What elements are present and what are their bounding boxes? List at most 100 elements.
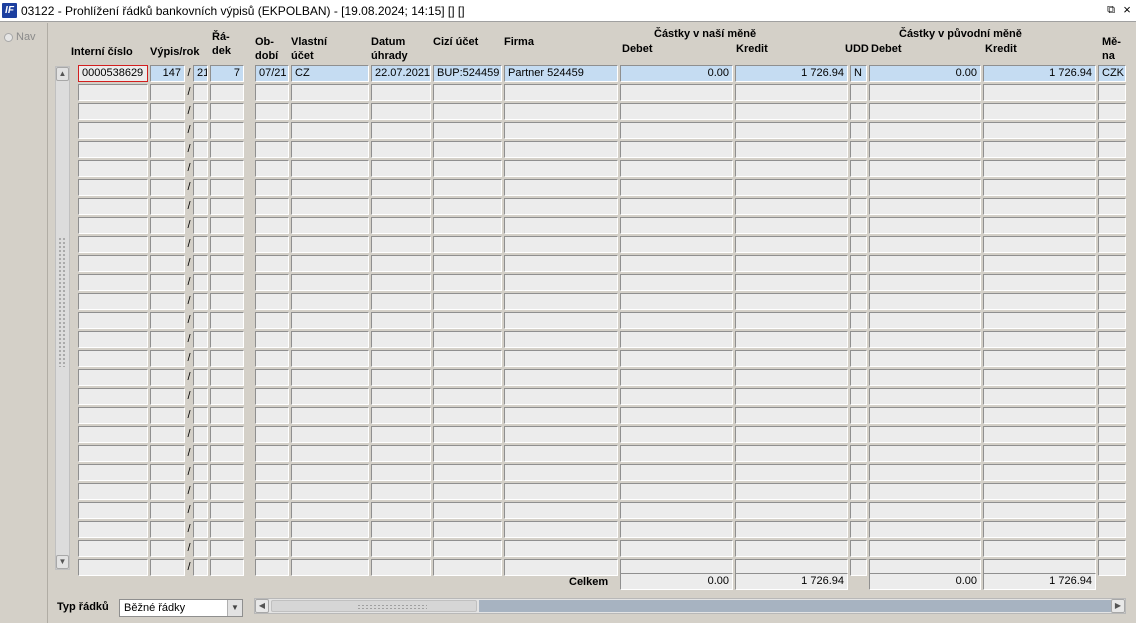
cell-rok[interactable] — [193, 217, 208, 234]
cell-debet[interactable] — [620, 236, 733, 253]
cell-vypis[interactable] — [150, 103, 185, 120]
cell-radek[interactable] — [210, 445, 244, 462]
cell-udd[interactable] — [850, 160, 867, 177]
cell-rok[interactable] — [193, 122, 208, 139]
cell-interni-cislo[interactable] — [78, 122, 148, 139]
cell-mena[interactable] — [1098, 274, 1126, 291]
cell-obdobi[interactable] — [255, 84, 289, 101]
scroll-right-icon[interactable]: ▶ — [1111, 599, 1125, 613]
cell-debet[interactable] — [620, 255, 733, 272]
cell-udd[interactable] — [850, 388, 867, 405]
cell-vypis[interactable] — [150, 84, 185, 101]
cell-kredit-puvodni[interactable] — [983, 369, 1096, 386]
cell-mena[interactable] — [1098, 84, 1126, 101]
cell-mena[interactable] — [1098, 464, 1126, 481]
cell-vlastni-ucet[interactable] — [291, 141, 369, 158]
cell-kredit-puvodni[interactable] — [983, 350, 1096, 367]
cell-radek[interactable] — [210, 293, 244, 310]
cell-radek[interactable]: 7 — [210, 65, 244, 82]
horizontal-scrollbar[interactable]: ◀ ▶ — [254, 598, 1126, 614]
cell-debet[interactable] — [620, 217, 733, 234]
cell-datum-uhrady[interactable] — [371, 331, 431, 348]
cell-udd[interactable] — [850, 141, 867, 158]
cell-rok[interactable] — [193, 445, 208, 462]
cell-mena[interactable]: CZK — [1098, 65, 1126, 82]
cell-mena[interactable] — [1098, 540, 1126, 557]
cell-kredit-puvodni[interactable] — [983, 426, 1096, 443]
cell-radek[interactable] — [210, 559, 244, 576]
cell-vypis[interactable] — [150, 179, 185, 196]
cell-interni-cislo[interactable] — [78, 369, 148, 386]
cell-kredit-puvodni[interactable]: 1 726.94 — [983, 65, 1096, 82]
cell-radek[interactable] — [210, 312, 244, 329]
cell-cizi-ucet[interactable] — [433, 331, 502, 348]
cell-radek[interactable] — [210, 502, 244, 519]
cell-debet-puvodni[interactable]: 0.00 — [869, 65, 981, 82]
cell-kredit-puvodni[interactable] — [983, 502, 1096, 519]
close-window-icon[interactable]: × — [1121, 3, 1133, 17]
cell-vlastni-ucet[interactable] — [291, 236, 369, 253]
cell-vlastni-ucet[interactable] — [291, 559, 369, 576]
cell-interni-cislo[interactable] — [78, 445, 148, 462]
cell-obdobi[interactable] — [255, 350, 289, 367]
cell-cizi-ucet[interactable] — [433, 160, 502, 177]
cell-kredit-puvodni[interactable] — [983, 274, 1096, 291]
cell-kredit-puvodni[interactable] — [983, 160, 1096, 177]
cell-kredit-puvodni[interactable] — [983, 103, 1096, 120]
cell-kredit[interactable] — [735, 274, 848, 291]
cell-udd[interactable] — [850, 255, 867, 272]
cell-debet-puvodni[interactable] — [869, 369, 981, 386]
cell-kredit[interactable] — [735, 540, 848, 557]
cell-firma[interactable] — [504, 407, 618, 424]
cell-rok[interactable] — [193, 160, 208, 177]
cell-interni-cislo[interactable] — [78, 426, 148, 443]
table-row[interactable]: / — [49, 293, 1129, 310]
cell-kredit-puvodni[interactable] — [983, 236, 1096, 253]
cell-obdobi[interactable] — [255, 198, 289, 215]
cell-firma[interactable] — [504, 464, 618, 481]
cell-vypis[interactable] — [150, 369, 185, 386]
cell-radek[interactable] — [210, 540, 244, 557]
cell-vlastni-ucet[interactable] — [291, 312, 369, 329]
cell-vypis[interactable] — [150, 540, 185, 557]
cell-obdobi[interactable] — [255, 103, 289, 120]
cell-vypis[interactable] — [150, 464, 185, 481]
cell-obdobi[interactable] — [255, 502, 289, 519]
cell-debet-puvodni[interactable] — [869, 179, 981, 196]
cell-vlastni-ucet[interactable]: CZ — [291, 65, 369, 82]
cell-kredit[interactable] — [735, 122, 848, 139]
cell-rok[interactable] — [193, 502, 208, 519]
cell-udd[interactable] — [850, 521, 867, 538]
cell-debet[interactable] — [620, 274, 733, 291]
cell-vlastni-ucet[interactable] — [291, 426, 369, 443]
cell-udd[interactable] — [850, 312, 867, 329]
cell-vypis[interactable] — [150, 236, 185, 253]
cell-debet-puvodni[interactable] — [869, 350, 981, 367]
cell-kredit[interactable] — [735, 388, 848, 405]
cell-vypis[interactable] — [150, 122, 185, 139]
cell-debet-puvodni[interactable] — [869, 236, 981, 253]
cell-kredit[interactable] — [735, 331, 848, 348]
table-row[interactable]: 0000538629147 217 07/21CZ22.07.2021BUP:524… — [49, 65, 1129, 82]
cell-mena[interactable] — [1098, 141, 1126, 158]
cell-rok[interactable] — [193, 312, 208, 329]
cell-kredit[interactable] — [735, 407, 848, 424]
cell-datum-uhrady[interactable] — [371, 559, 431, 576]
cell-obdobi[interactable] — [255, 331, 289, 348]
cell-rok[interactable] — [193, 369, 208, 386]
cell-datum-uhrady[interactable] — [371, 255, 431, 272]
cell-cizi-ucet[interactable] — [433, 445, 502, 462]
cell-debet[interactable] — [620, 464, 733, 481]
cell-datum-uhrady[interactable] — [371, 179, 431, 196]
cell-mena[interactable] — [1098, 407, 1126, 424]
cell-kredit[interactable] — [735, 464, 848, 481]
cell-cizi-ucet[interactable] — [433, 84, 502, 101]
cell-datum-uhrady[interactable] — [371, 103, 431, 120]
table-row[interactable]: / — [49, 122, 1129, 139]
cell-firma[interactable] — [504, 255, 618, 272]
cell-radek[interactable] — [210, 483, 244, 500]
cell-firma[interactable] — [504, 426, 618, 443]
cell-firma[interactable] — [504, 179, 618, 196]
cell-cizi-ucet[interactable] — [433, 540, 502, 557]
cell-debet-puvodni[interactable] — [869, 502, 981, 519]
